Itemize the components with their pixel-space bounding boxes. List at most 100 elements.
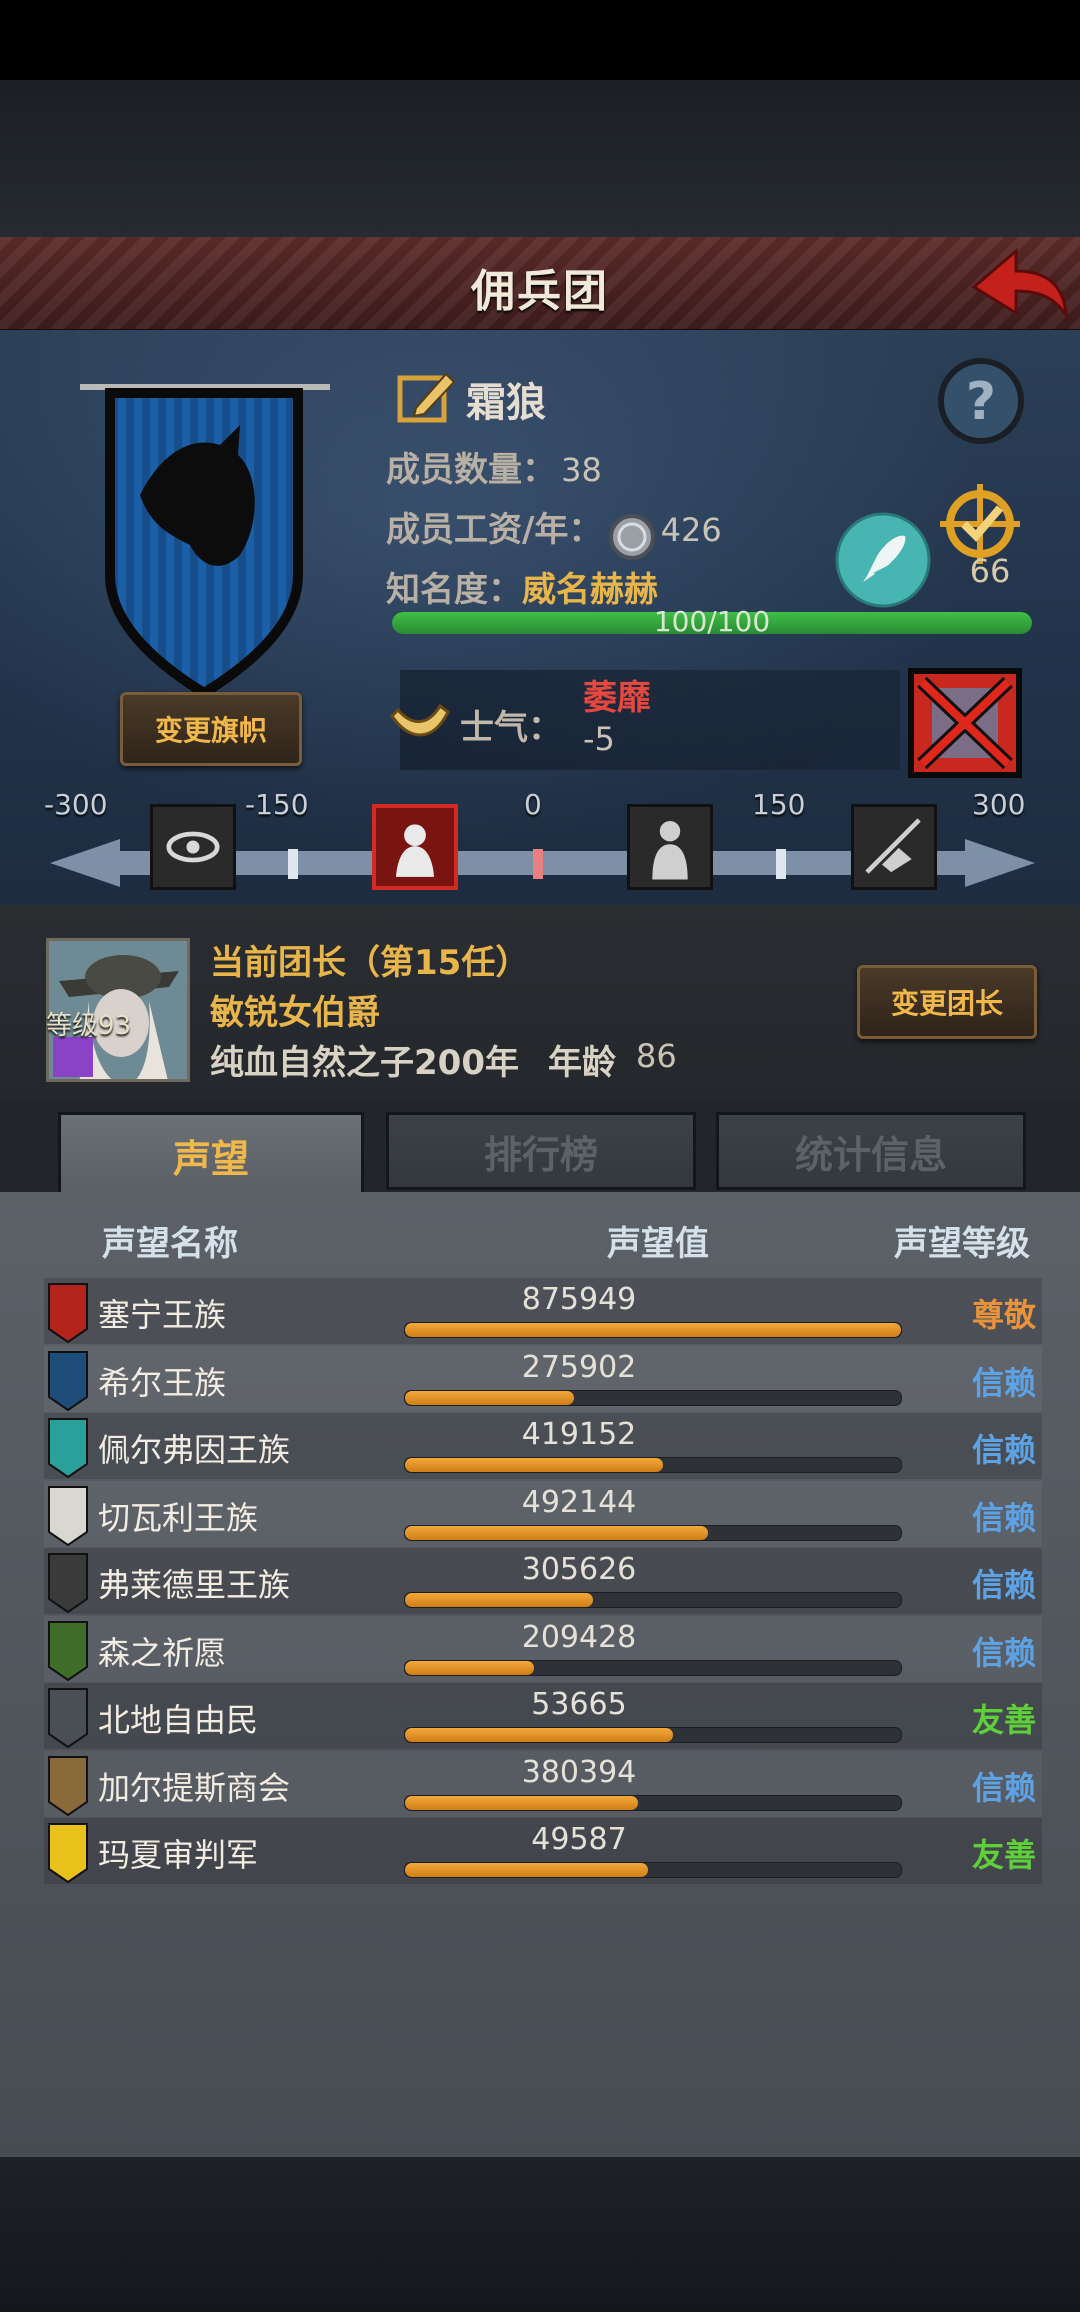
- reputation-level: 信赖: [971, 1633, 1036, 1672]
- reputation-header: 声望名称 声望值 声望等级: [0, 1192, 1080, 1292]
- morale-node-charge-icon[interactable]: [851, 804, 937, 890]
- rocket-icon[interactable]: [833, 510, 933, 610]
- faction-crest-icon: [48, 1755, 88, 1816]
- morale-node-calm-icon[interactable]: [627, 804, 713, 890]
- morale-debuff-icon[interactable]: [908, 668, 1022, 778]
- reputation-bar-fill: [405, 1863, 649, 1877]
- reputation-value: 53665: [531, 1687, 627, 1722]
- faction-crest-icon: [48, 1823, 88, 1883]
- fame-row: 知名度：威名赫赫: [386, 562, 658, 611]
- leader-age: 86: [636, 1037, 677, 1075]
- scale-tick-label: 150: [752, 788, 806, 821]
- reputation-value: 49587: [531, 1822, 627, 1857]
- tab-bar: 声望 排行榜 统计信息: [0, 1100, 1080, 1196]
- members-row: 成员数量： 38: [386, 442, 602, 491]
- faction-name: 切瓦利王族: [98, 1498, 259, 1537]
- reputation-bar-fill: [405, 1525, 708, 1540]
- reputation-value: 875949: [521, 1282, 637, 1317]
- faction-crest-icon: [48, 1620, 88, 1681]
- help-icon[interactable]: ?: [935, 355, 1027, 447]
- change-flag-button[interactable]: 变更旗帜: [120, 692, 302, 766]
- svg-text:?: ?: [966, 372, 996, 432]
- reputation-value: 305626: [521, 1552, 637, 1587]
- scale-tick-label: 0: [524, 788, 542, 821]
- reputation-bar: [404, 1457, 902, 1473]
- bottom-bar: [0, 2157, 1080, 2312]
- morale-node-eye-icon[interactable]: [150, 804, 236, 890]
- fame-label: 知名度：: [386, 570, 522, 610]
- reputation-level: 友善: [971, 1701, 1036, 1739]
- status-bar: [0, 0, 1080, 80]
- leader-name: 敏锐女伯爵: [210, 993, 380, 1033]
- reputation-bar-fill: [405, 1390, 574, 1405]
- reputation-row[interactable]: 塞宁王族 875949 尊敬: [44, 1278, 1042, 1344]
- edit-name-icon[interactable]: [396, 368, 458, 426]
- reputation-bar: [404, 1862, 902, 1878]
- top-spacer: [0, 80, 1080, 237]
- back-arrow-icon[interactable]: [966, 243, 1070, 323]
- reputation-bar-fill: [405, 1323, 901, 1337]
- change-leader-button[interactable]: 变更团长: [857, 965, 1037, 1039]
- morale-value: -5: [583, 720, 615, 758]
- reputation-bar-fill: [405, 1593, 594, 1607]
- reputation-value: 209428: [521, 1619, 637, 1655]
- faction-name: 加尔提斯商会: [98, 1768, 291, 1807]
- reputation-row[interactable]: 希尔王族 275902 信赖: [44, 1345, 1042, 1412]
- fame-progress-text: 100/100: [653, 605, 771, 638]
- tab-leaderboard[interactable]: 排行榜: [386, 1112, 696, 1190]
- reputation-level: 信赖: [971, 1768, 1036, 1807]
- faction-crest-icon: [48, 1350, 88, 1411]
- faction-crest-icon: [48, 1688, 88, 1748]
- page-title: 佣兵团: [471, 266, 609, 317]
- scale-tick-label: -300: [44, 788, 108, 821]
- faction-crest-icon: [48, 1418, 88, 1478]
- reputation-bar-fill: [405, 1660, 534, 1675]
- reputation-panel: 声望名称 声望值 声望等级 塞宁王族 875949 尊敬 希尔王族 275902 信赖 佩尔…: [0, 1192, 1080, 2157]
- faction-crest-icon: [48, 1485, 88, 1546]
- faction-name: 玛夏审判军: [98, 1836, 259, 1874]
- morale-node-despair-icon[interactable]: [372, 804, 458, 890]
- reputation-value: 275902: [521, 1349, 637, 1385]
- faction-crest-icon: [48, 1283, 88, 1343]
- scale-tick-label: 300: [972, 788, 1026, 821]
- fame-value: 威名赫赫: [522, 570, 658, 610]
- horn-icon: [390, 703, 450, 737]
- reputation-row[interactable]: 佩尔弗因王族 419152 信赖: [44, 1413, 1042, 1479]
- reputation-row[interactable]: 弗莱德里王族 305626 信赖: [44, 1548, 1042, 1614]
- reputation-level: 信赖: [971, 1363, 1036, 1402]
- guild-name: 霜狼: [466, 380, 546, 426]
- reputation-level: 友善: [971, 1836, 1036, 1874]
- tab-statistics[interactable]: 统计信息: [716, 1112, 1026, 1190]
- leader-age-label: 年龄: [548, 1043, 616, 1083]
- wand-icon: [53, 1037, 93, 1077]
- morale-label: 士气：: [460, 708, 562, 748]
- reputation-row[interactable]: 森之祈愿 209428 信赖: [44, 1615, 1042, 1682]
- reputation-row[interactable]: 玛夏审判军 49587 友善: [44, 1818, 1042, 1884]
- col-head-value: 声望值: [607, 1224, 709, 1264]
- reputation-row[interactable]: 加尔提斯商会 380394 信赖: [44, 1750, 1042, 1817]
- header-banner: 佣兵团: [0, 237, 1080, 332]
- faction-name: 森之祈愿: [98, 1633, 227, 1672]
- faction-name: 弗莱德里王族: [98, 1566, 291, 1604]
- reputation-bar: [404, 1389, 902, 1406]
- reputation-bar: [404, 1659, 902, 1676]
- faction-name: 塞宁王族: [98, 1296, 227, 1334]
- scale-tick-label: -150: [245, 788, 309, 821]
- leader-title: 当前团长（第15任）: [210, 943, 530, 983]
- faction-name: 佩尔弗因王族: [98, 1431, 291, 1469]
- guild-banner-wolf-icon: [80, 384, 330, 699]
- reputation-level: 尊敬: [971, 1296, 1036, 1334]
- members-label: 成员数量：: [386, 450, 556, 490]
- salary-value: 426: [660, 511, 722, 549]
- salary-row: 成员工资/年： 426: [386, 502, 722, 561]
- tab-reputation[interactable]: 声望: [58, 1112, 364, 1196]
- reputation-level: 信赖: [971, 1566, 1036, 1604]
- faction-name: 希尔王族: [98, 1363, 227, 1402]
- reputation-value: 419152: [521, 1417, 637, 1452]
- target-count: 66: [969, 552, 1011, 590]
- leader-level: 等级93: [46, 1011, 132, 1041]
- reputation-row[interactable]: 切瓦利王族 492144 信赖: [44, 1480, 1042, 1547]
- reputation-level: 信赖: [971, 1431, 1036, 1469]
- reputation-row[interactable]: 北地自由民 53665 友善: [44, 1683, 1042, 1749]
- reputation-value: 492144: [521, 1484, 637, 1520]
